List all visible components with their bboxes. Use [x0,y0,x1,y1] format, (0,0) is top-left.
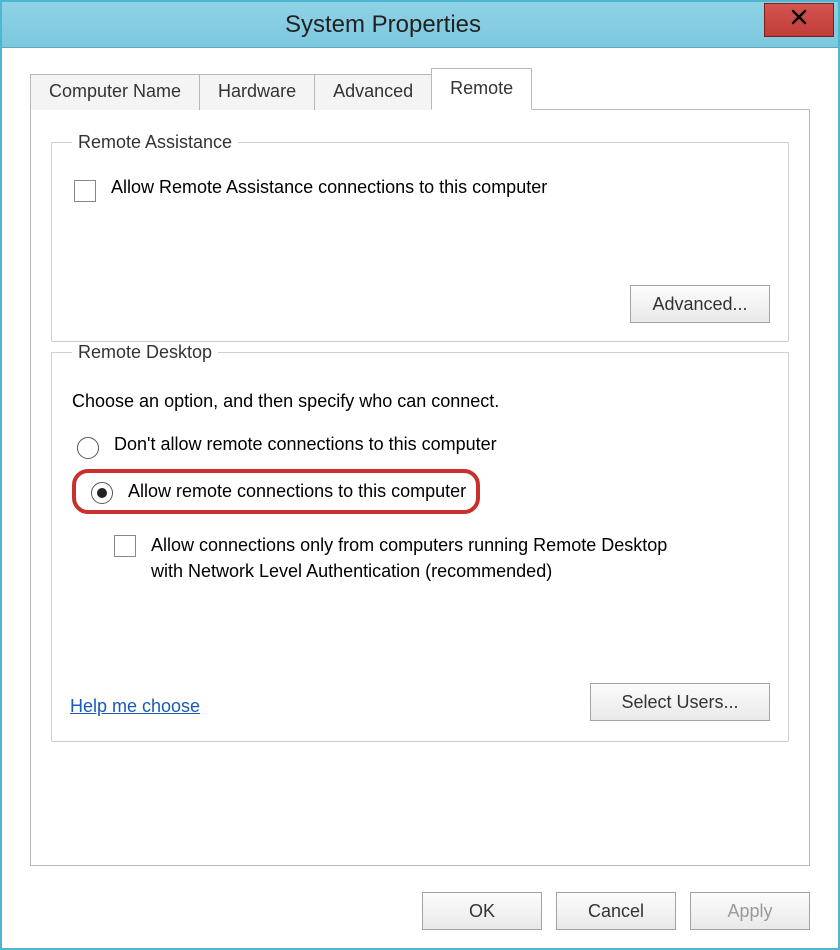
system-properties-window: System Properties Computer Name Hardware… [0,0,840,950]
tab-advanced[interactable]: Advanced [314,74,432,110]
cancel-button[interactable]: Cancel [556,892,676,930]
radio-disallow-remote-label: Don't allow remote connections to this c… [114,434,497,455]
nla-checkbox[interactable] [114,535,136,557]
highlight-annotation: Allow remote connections to this compute… [72,469,480,514]
tab-computer-name[interactable]: Computer Name [30,74,200,110]
tab-hardware[interactable]: Hardware [199,74,315,110]
nla-label: Allow connections only from computers ru… [151,532,691,584]
tab-remote[interactable]: Remote [431,68,532,110]
window-title: System Properties [2,11,764,39]
close-icon [791,8,807,31]
help-me-choose-link[interactable]: Help me choose [70,696,200,717]
client-area: Computer Name Hardware Advanced Remote R… [2,48,838,866]
remote-desktop-legend: Remote Desktop [72,342,218,363]
titlebar: System Properties [2,2,838,48]
remote-desktop-instruction: Choose an option, and then specify who c… [72,391,768,412]
tabstrip: Computer Name Hardware Advanced Remote [30,68,810,110]
remote-desktop-group: Remote Desktop Choose an option, and the… [51,342,789,742]
dialog-button-row: OK Cancel Apply [422,892,810,930]
remote-assistance-legend: Remote Assistance [72,132,238,153]
radio-allow-remote-label: Allow remote connections to this compute… [128,481,466,502]
tab-remote-panel: Remote Assistance Allow Remote Assistanc… [30,110,810,866]
close-button[interactable] [764,3,834,37]
remote-assistance-advanced-button[interactable]: Advanced... [630,285,770,323]
allow-remote-assistance-checkbox[interactable] [74,180,96,202]
select-users-button[interactable]: Select Users... [590,683,770,721]
ok-button[interactable]: OK [422,892,542,930]
allow-remote-assistance-label: Allow Remote Assistance connections to t… [111,177,547,198]
apply-button[interactable]: Apply [690,892,810,930]
remote-assistance-group: Remote Assistance Allow Remote Assistanc… [51,132,789,342]
radio-allow-remote[interactable] [91,482,113,504]
radio-disallow-remote[interactable] [77,437,99,459]
